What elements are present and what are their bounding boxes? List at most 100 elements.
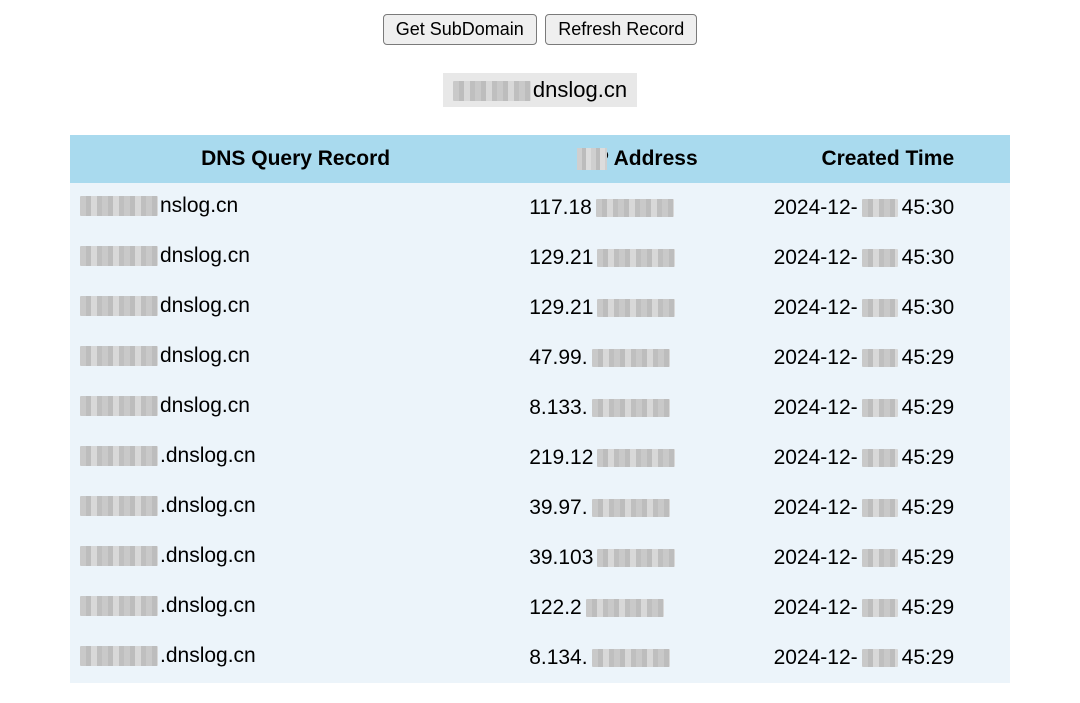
cell-dns-query: dnslog.cn [70,333,521,383]
table-header-row: DNS Query Record IP Address Created Time [70,135,1010,183]
cell-ip: 8.133. [521,383,765,433]
time-prefix-text: 2024-12- [774,596,858,620]
dns-suffix-text: dnslog.cn [160,294,250,318]
records-table: DNS Query Record IP Address Created Time… [70,135,1010,683]
time-middle-masked [862,549,898,567]
time-prefix-text: 2024-12- [774,396,858,420]
cell-dns-query: nslog.cn [70,183,521,233]
cell-dns-query: .dnslog.cn [70,533,521,583]
time-middle-masked [862,299,898,317]
dns-prefix-masked [80,596,158,616]
ip-prefix-text: 122.2 [529,596,582,620]
ip-prefix-text: 219.12 [529,446,593,470]
dns-prefix-masked [80,246,158,266]
cell-dns-query: .dnslog.cn [70,633,521,683]
cell-ip: 47.99. [521,333,765,383]
ip-suffix-masked [597,549,675,567]
ip-suffix-masked [597,449,675,467]
ip-prefix-text: 39.103 [529,546,593,570]
ip-prefix-text: 129.21 [529,296,593,320]
cell-ip: 39.97. [521,483,765,533]
cell-time: 2024-12- 45:29 [766,333,1010,383]
get-subdomain-button[interactable]: Get SubDomain [383,14,537,45]
time-prefix-text: 2024-12- [774,346,858,370]
refresh-record-button[interactable]: Refresh Record [545,14,697,45]
cell-time: 2024-12-45:29 [766,633,1010,683]
time-suffix-text: 45:29 [902,446,955,470]
dns-suffix-text: dnslog.cn [160,394,250,418]
ip-suffix-masked [592,349,670,367]
table-row: .dnslog.cn 39.97. 2024-12-45:29 [70,483,1010,533]
subdomain-prefix-masked [453,81,531,101]
dns-suffix-text: .dnslog.cn [160,594,256,618]
time-suffix-text: 45:29 [902,346,955,370]
cell-ip: 129.21 [521,233,765,283]
cell-dns-query: dnslog.cn [70,283,521,333]
dns-prefix-masked [80,396,158,416]
subdomain-suffix: dnslog.cn [533,77,627,102]
time-middle-masked [862,249,898,267]
time-suffix-text: 45:29 [902,496,955,520]
col-created-time: Created Time [766,135,1010,183]
dns-prefix-masked [80,546,158,566]
cell-ip: 117.18 [521,183,765,233]
time-suffix-text: 45:29 [902,646,955,670]
cell-ip: 219.12 [521,433,765,483]
ip-prefix-text: 47.99. [529,346,587,370]
cell-ip: 122.2 [521,583,765,633]
dns-suffix-text: .dnslog.cn [160,494,256,518]
dns-prefix-masked [80,196,158,216]
ip-suffix-masked [592,499,670,517]
time-middle-masked [862,649,898,667]
ip-suffix-masked [586,599,664,617]
cell-ip: 39.103 [521,533,765,583]
time-prefix-text: 2024-12- [774,196,858,220]
cell-time: 2024-12- 45:29 [766,583,1010,633]
records-table-wrap: DNS Query Record IP Address Created Time… [70,135,1010,683]
ip-suffix-masked [597,249,675,267]
dns-suffix-text: nslog.cn [160,194,238,218]
ip-suffix-masked [597,299,675,317]
cell-dns-query: dnslog.cn [70,233,521,283]
cell-time: 2024-12-45:30 [766,233,1010,283]
cell-time: 2024-12- 45:30 [766,183,1010,233]
time-suffix-text: 45:29 [902,396,955,420]
dns-prefix-masked [80,296,158,316]
time-middle-masked [862,199,898,217]
cell-time: 2024-12- 45:30 [766,283,1010,333]
ip-prefix-text: 8.134. [529,646,587,670]
time-suffix-text: 45:30 [902,296,955,320]
time-suffix-text: 45:29 [902,596,955,620]
table-row: dnslog.cn 129.212024-12-45:30 [70,233,1010,283]
time-prefix-text: 2024-12- [774,446,858,470]
cell-dns-query: dnslog.cn [70,383,521,433]
time-prefix-text: 2024-12- [774,546,858,570]
ip-prefix-text: 117.18 [529,196,592,220]
time-prefix-text: 2024-12- [774,296,858,320]
time-middle-masked [862,399,898,417]
dns-prefix-masked [80,346,158,366]
table-row: nslog.cn 117.18 2024-12- 45:30 [70,183,1010,233]
time-prefix-text: 2024-12- [774,246,858,270]
cell-time: 2024-12-45:29 [766,483,1010,533]
table-row: .dnslog.cn 122.2 2024-12- 45:29 [70,583,1010,633]
ip-prefix-text: 39.97. [529,496,587,520]
time-middle-masked [862,599,898,617]
cell-time: 2024-12- 45:29 [766,383,1010,433]
cell-dns-query: .dnslog.cn [70,583,521,633]
cell-dns-query: .dnslog.cn [70,483,521,533]
time-middle-masked [862,499,898,517]
col-ip-address: IP Address [521,135,765,183]
table-row: dnslog.cn 129.21 2024-12- 45:30 [70,283,1010,333]
dns-suffix-text: .dnslog.cn [160,444,256,468]
time-suffix-text: 45:30 [902,196,955,220]
cell-ip: 8.134. [521,633,765,683]
table-row: .dnslog.cn 39.103 2024-12-45:29 [70,533,1010,583]
button-row: Get SubDomain Refresh Record [0,14,1080,45]
dns-suffix-text: dnslog.cn [160,244,250,268]
dns-prefix-masked [80,446,158,466]
dns-suffix-text: dnslog.cn [160,344,250,368]
col-dns-query-record: DNS Query Record [70,135,521,183]
ip-suffix-masked [596,199,674,217]
cell-time: 2024-12-45:29 [766,533,1010,583]
